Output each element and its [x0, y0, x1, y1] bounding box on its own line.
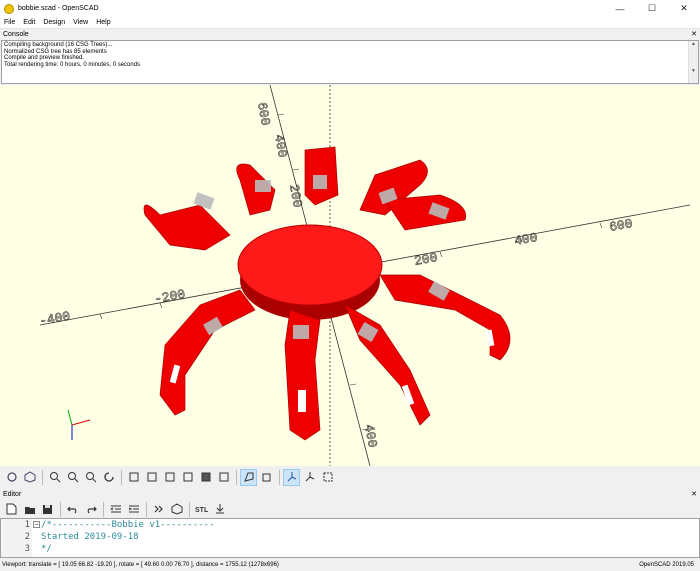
export-stl-icon[interactable]: STL	[193, 501, 210, 518]
view-back-icon[interactable]	[215, 469, 232, 486]
window-title: bobbie.scad - OpenSCAD	[18, 5, 99, 12]
view-left-icon[interactable]	[179, 469, 196, 486]
console-title: Console	[3, 31, 29, 38]
status-bar: Viewport: translate = [ 19.05 66.82 -19.…	[0, 559, 700, 571]
menu-view[interactable]: View	[69, 19, 92, 26]
show-axes-icon[interactable]	[283, 468, 300, 486]
console-close-icon[interactable]: ✕	[691, 30, 697, 40]
minimize-button[interactable]: —	[604, 0, 636, 17]
viewport-canvas: 600 400 200 200 400 600 -200 -400 400	[38, 85, 691, 466]
preview-icon[interactable]	[21, 469, 38, 486]
axis-tick-label: 400	[361, 423, 380, 449]
code-line: Started 2019-09-18	[41, 532, 139, 542]
axis-tick-label: -200	[153, 287, 186, 307]
menu-bar: File Edit Design View Help	[0, 17, 700, 29]
send-to-print-icon[interactable]	[211, 501, 228, 518]
3d-viewport[interactable]: 600 400 200 200 400 600 -200 -400 400	[0, 85, 700, 466]
app-window: bobbie.scad - OpenSCAD — ☐ ✕ File Edit D…	[0, 0, 700, 571]
axis-indicator	[67, 409, 91, 440]
axis-tick-label: -400	[38, 309, 71, 329]
openscad-logo-icon	[4, 3, 14, 14]
view-bottom-icon[interactable]	[161, 469, 178, 486]
zoom-in-icon[interactable]	[46, 469, 63, 486]
fold-toggle-icon[interactable]: −	[33, 521, 40, 528]
show-edges-icon[interactable]	[319, 469, 336, 486]
menu-design[interactable]: Design	[39, 19, 69, 26]
menu-help[interactable]: Help	[92, 19, 114, 26]
view-front-icon[interactable]	[197, 469, 214, 486]
render-icon[interactable]	[3, 469, 20, 486]
axis-tick-label: 200	[413, 250, 439, 269]
view-top-icon[interactable]	[143, 469, 160, 486]
unindent-icon[interactable]	[107, 501, 124, 518]
title-bar: bobbie.scad - OpenSCAD — ☐ ✕	[0, 0, 700, 17]
console-line: Compiling background (16 CSG Trees)...	[4, 42, 113, 48]
code-line: /*-----------Bobbie v1----------	[41, 520, 215, 530]
render-icon[interactable]	[168, 501, 185, 518]
version-label: OpenSCAD 2019.05	[639, 562, 694, 568]
zoom-out-icon[interactable]	[64, 469, 81, 486]
close-button[interactable]: ✕	[668, 0, 700, 17]
code-line: */	[41, 544, 52, 554]
view-right-icon[interactable]	[125, 469, 142, 486]
console-title-bar: Console ✕	[0, 30, 700, 40]
editor-title: Editor	[3, 491, 22, 498]
axis-tick-label: 400	[513, 230, 539, 249]
perspective-icon[interactable]	[240, 468, 257, 486]
orthogonal-icon[interactable]	[258, 469, 275, 486]
line-number: 2	[24, 532, 30, 542]
menu-edit[interactable]: Edit	[19, 19, 39, 26]
zoom-all-icon[interactable]	[82, 469, 99, 486]
maximize-button[interactable]: ☐	[636, 0, 668, 17]
window-controls: — ☐ ✕	[604, 0, 700, 17]
editor-close-icon[interactable]: ✕	[691, 490, 697, 500]
reset-view-icon[interactable]	[100, 469, 117, 486]
indent-icon[interactable]	[125, 501, 142, 518]
console-line: Compile and preview finished.	[4, 55, 85, 62]
viewport-status: Viewport: translate = [ 19.05 66.82 -19.…	[2, 562, 279, 568]
console-line: Normalized CSG tree has 85 elements	[4, 48, 107, 55]
console-scrollbar[interactable]: ▲ ▼	[688, 41, 698, 83]
line-number-gutter: 1 2 3	[1, 519, 32, 557]
code-lines: /*-----------Bobbie v1---------- Started…	[41, 519, 214, 555]
axis-tick-label: 600	[254, 101, 273, 127]
show-scale-icon[interactable]	[301, 469, 318, 486]
preview-icon[interactable]	[150, 501, 167, 518]
menu-file[interactable]: File	[0, 19, 19, 26]
redo-icon[interactable]	[82, 501, 99, 518]
axis-tick-label: 400	[271, 133, 290, 159]
axis-tick-label: 200	[286, 183, 305, 209]
undo-icon[interactable]	[64, 501, 81, 518]
hexapod-model	[143, 146, 511, 441]
console-panel[interactable]: Compiling background (16 CSG Trees)... N…	[1, 40, 699, 84]
svg-text:STL: STL	[195, 507, 209, 514]
line-number: 1	[24, 520, 30, 530]
save-file-icon[interactable]	[39, 501, 56, 518]
console-line: Total rendering time: 0 hours, 0 minutes…	[4, 62, 141, 69]
axis-tick-label: 600	[608, 216, 634, 235]
code-editor[interactable]: 1 2 3 − /*-----------Bobbie v1----------…	[0, 518, 700, 558]
view-toolbar	[0, 466, 700, 488]
body-plate	[237, 224, 383, 306]
open-file-icon[interactable]	[21, 501, 38, 518]
editor-toolbar: STL	[0, 500, 700, 518]
line-number: 3	[24, 544, 30, 554]
editor-title-bar: Editor ✕	[0, 490, 700, 500]
new-file-icon[interactable]	[3, 501, 20, 518]
